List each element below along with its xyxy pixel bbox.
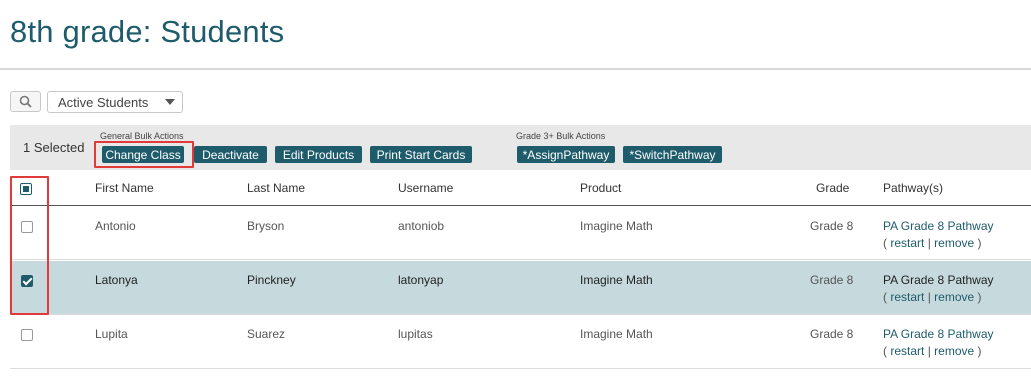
student-status-select[interactable]: Active Students — [47, 91, 183, 113]
username-cell: lupitas — [398, 327, 433, 341]
title-divider — [0, 68, 1031, 70]
remove-link[interactable]: remove — [934, 344, 974, 358]
column-header-product[interactable]: Product — [580, 181, 621, 195]
paren-close: ) — [974, 344, 982, 358]
column-header-grade[interactable]: Grade — [816, 181, 849, 195]
checkbox-column-highlight — [10, 176, 49, 315]
remove-link[interactable]: remove — [934, 290, 974, 304]
first-name-cell: Antonio — [95, 219, 136, 233]
restart-link[interactable]: restart — [890, 290, 924, 304]
table-row[interactable]: Latonya Pinckney latonyap Imagine Math G… — [10, 261, 1031, 315]
pathway-actions: ( restart | remove ) — [883, 344, 982, 358]
pathway-actions: ( restart | remove ) — [883, 236, 982, 250]
print-start-cards-button[interactable]: Print Start Cards — [370, 146, 472, 163]
assign-pathway-button[interactable]: *AssignPathway — [517, 146, 615, 163]
student-status-value: Active Students — [58, 94, 149, 110]
row-checkbox[interactable] — [21, 329, 33, 341]
grade-cell: Grade 8 — [810, 219, 854, 233]
page-title: 8th grade: Students — [10, 14, 285, 49]
magnifier-icon — [19, 95, 32, 108]
search-button[interactable] — [10, 91, 41, 112]
general-bulk-actions-caption: General Bulk Actions — [100, 131, 184, 141]
pathway-link[interactable]: PA Grade 8 Pathway — [883, 219, 994, 233]
product-cell: Imagine Math — [580, 273, 653, 287]
username-cell: antoniob — [398, 219, 445, 233]
last-name-cell: Suarez — [247, 327, 286, 341]
remove-link[interactable]: remove — [934, 236, 974, 250]
column-header-first-name[interactable]: First Name — [95, 181, 154, 195]
grade-cell: Grade 8 — [810, 273, 854, 287]
switch-pathway-button[interactable]: *SwitchPathway — [623, 146, 722, 163]
grade-cell: Grade 8 — [810, 327, 854, 341]
table-row[interactable]: Lupita Suarez lupitas Imagine Math Grade… — [10, 315, 1031, 369]
last-name-cell: Pinckney — [247, 273, 296, 287]
column-header-last-name[interactable]: Last Name — [247, 181, 305, 195]
restart-link[interactable]: restart — [890, 236, 924, 250]
deactivate-button[interactable]: Deactivate — [194, 146, 267, 163]
table-row[interactable]: Antonio Bryson antoniob Imagine Math Gra… — [10, 206, 1031, 260]
separator: | — [924, 344, 935, 358]
change-class-highlight — [94, 141, 194, 168]
paren-close: ) — [974, 236, 982, 250]
first-name-cell: Latonya — [95, 273, 138, 287]
last-name-cell: Bryson — [247, 219, 285, 233]
edit-products-button[interactable]: Edit Products — [275, 146, 362, 163]
product-cell: Imagine Math — [580, 219, 653, 233]
column-header-username[interactable]: Username — [398, 181, 453, 195]
first-name-cell: Lupita — [95, 327, 128, 341]
username-cell: latonyap — [398, 273, 444, 287]
separator: | — [924, 290, 935, 304]
restart-link[interactable]: restart — [890, 344, 924, 358]
grade3-bulk-actions-caption: Grade 3+ Bulk Actions — [516, 131, 606, 141]
selected-count: 1 Selected — [23, 140, 85, 155]
caret-down-icon — [165, 99, 175, 105]
pathway-link[interactable]: PA Grade 8 Pathway — [883, 273, 994, 287]
paren-close: ) — [974, 290, 982, 304]
pathway-link[interactable]: PA Grade 8 Pathway — [883, 327, 994, 341]
column-header-pathways[interactable]: Pathway(s) — [883, 181, 943, 195]
pathway-actions: ( restart | remove ) — [883, 290, 982, 304]
separator: | — [924, 236, 935, 250]
product-cell: Imagine Math — [580, 327, 653, 341]
